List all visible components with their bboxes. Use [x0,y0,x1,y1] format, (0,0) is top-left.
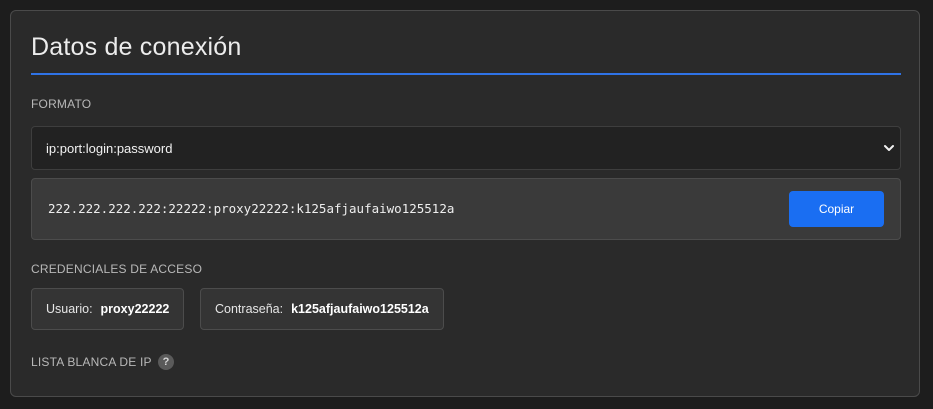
password-value: k125afjaufaiwo125512a [291,302,429,316]
connection-panel: Datos de conexión FORMATO ip:port:login:… [10,10,920,397]
format-select-value: ip:port:login:password [46,141,173,156]
password-label: Contraseña: [215,302,284,316]
format-label: FORMATO [31,97,92,111]
proxy-string-box: 222.222.222.222:22222:proxy22222:k125afj… [31,178,901,240]
page-title: Datos de conexión [31,33,242,61]
username-value: proxy22222 [100,302,170,316]
copy-button[interactable]: Copiar [789,191,884,227]
password-credential[interactable]: Contraseña: k125afjaufaiwo125512a [200,288,444,330]
title-divider [31,73,901,75]
username-label: Usuario: [46,302,93,316]
proxy-string[interactable]: 222.222.222.222:22222:proxy22222:k125afj… [48,201,454,216]
whitelist-label: LISTA BLANCA DE IP [31,355,152,369]
credentials-label: CREDENCIALES DE ACCESO [31,262,203,276]
username-credential[interactable]: Usuario: proxy22222 [31,288,185,330]
question-mark-icon[interactable]: ? [158,354,174,370]
format-select[interactable]: ip:port:login:password [31,126,901,170]
chevron-down-icon [884,145,894,151]
